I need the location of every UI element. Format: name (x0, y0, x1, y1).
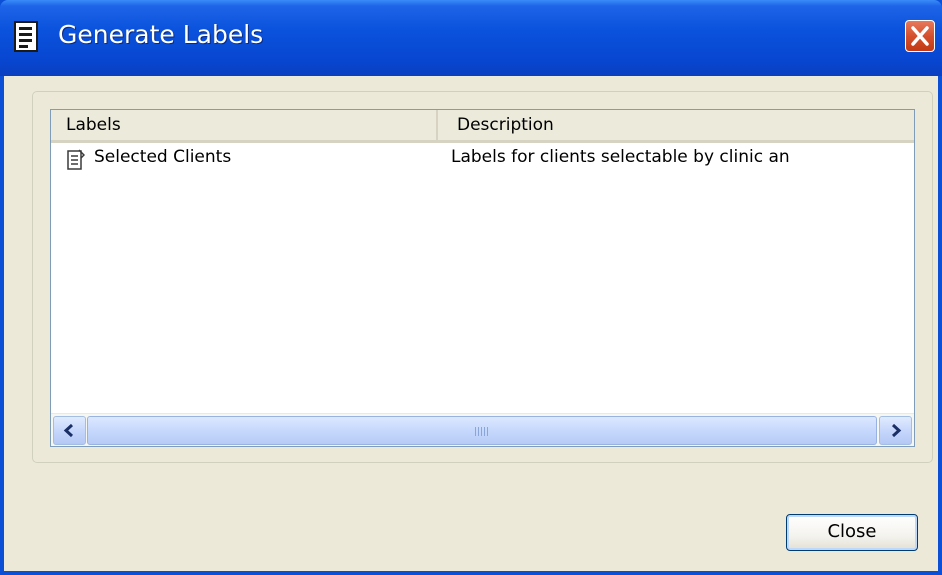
close-icon (911, 26, 929, 46)
arrow-right-icon (891, 423, 902, 438)
list-item[interactable]: Selected Clients Labels for clients sele… (51, 143, 914, 177)
close-button[interactable]: Close (786, 514, 918, 551)
horizontal-scrollbar[interactable] (51, 413, 914, 446)
row-description: Labels for clients selectable by clinic … (451, 147, 790, 167)
document-icon (13, 21, 41, 53)
dialog-client-area: Labels Description Selected Clients Labe… (4, 76, 938, 571)
list-header: Labels Description (51, 110, 914, 143)
scroll-thumb[interactable] (87, 416, 877, 445)
scroll-left-button[interactable] (53, 416, 86, 445)
labels-group: Labels Description Selected Clients Labe… (32, 91, 933, 463)
window-title: Generate Labels (58, 20, 264, 49)
column-header-labels[interactable]: Labels (51, 110, 436, 140)
report-icon (67, 149, 86, 171)
arrow-left-icon (63, 423, 74, 438)
labels-list[interactable]: Labels Description Selected Clients Labe… (50, 109, 915, 447)
row-label: Selected Clients (94, 147, 232, 167)
title-bar[interactable]: Generate Labels (0, 0, 942, 76)
thumb-grip (475, 427, 489, 436)
scroll-right-button[interactable] (879, 416, 912, 445)
column-header-description[interactable]: Description (436, 110, 914, 140)
dialog-window: Generate Labels Labels Description Selec… (0, 0, 942, 575)
close-window-button[interactable] (905, 20, 935, 52)
